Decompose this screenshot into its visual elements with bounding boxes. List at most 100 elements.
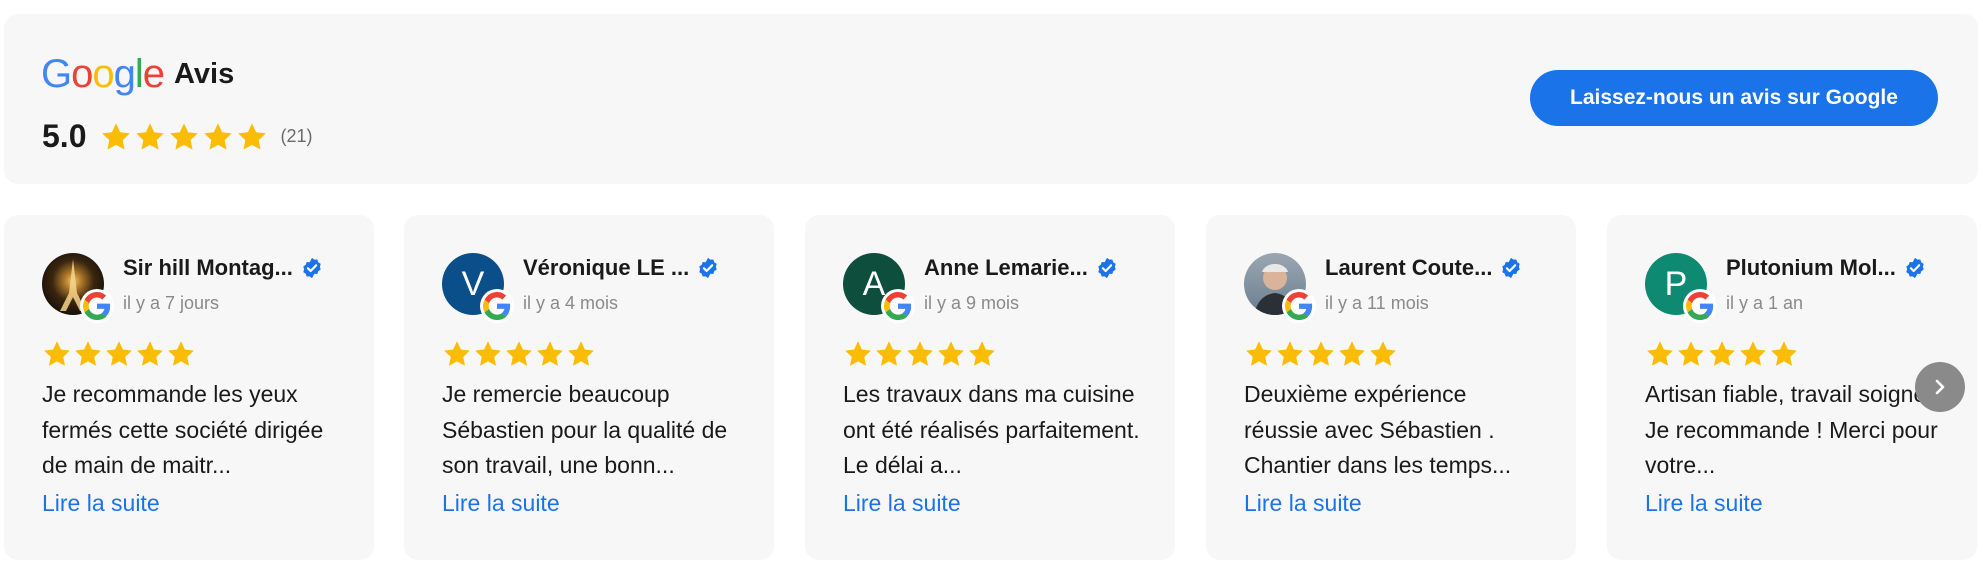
verified-badge [1096,257,1118,279]
overall-rating: 5.0 (21) [42,118,313,155]
read-more-link[interactable]: Lire la suite [42,490,160,517]
star-icon [938,341,964,366]
star-icon [102,122,131,150]
review-card: Sir hill Montag... il y a 7 jours Je recom… [4,215,374,560]
review-card: Laurent Coute... il y a 11 mois Deuxième e… [1206,215,1576,560]
google-badge [1282,289,1316,323]
star-icon [1771,341,1797,366]
star-icon [506,341,532,366]
review-carousel: Sir hill Montag... il y a 7 jours Je recom… [4,215,1979,560]
star-icon [168,341,194,366]
google-badge [480,289,514,323]
verified-badge [1500,257,1522,279]
reviewer-row: Anne Lemarie... [924,255,1118,281]
google-logo: Google [41,52,165,96]
reviewer-name: Plutonium Mol... [1726,255,1896,280]
star-icon [1339,341,1365,366]
review-stars [1244,339,1398,369]
verified-badge [1904,257,1926,279]
google-logo-letter: g [113,52,136,96]
star-icon [1277,341,1303,366]
star-icon [568,341,594,366]
review-date: il y a 7 jours [123,293,220,313]
read-more-link[interactable]: Lire la suite [442,490,560,517]
brand: Google Avis [41,54,234,94]
google-logo-letter: e [142,52,165,96]
google-g-icon [83,292,111,320]
star-icon [1740,341,1766,366]
avatar-wrap [1244,253,1316,323]
next-button[interactable] [1915,362,1965,412]
google-g-icon [1686,292,1714,320]
reviewer-row: Véronique LE ... [523,255,719,281]
star-icon [1647,341,1673,366]
reviewer-name: Véronique LE ... [523,255,690,280]
star-icon [876,341,902,366]
review-text: Les travaux dans ma cuisine ont été réal… [843,381,1140,478]
review-count: (21) [280,126,313,146]
review-stars [1645,339,1799,369]
review-text: Artisan fiable, travail soigné. Je recom… [1645,381,1938,478]
read-more-link[interactable]: Lire la suite [843,490,961,517]
reviewer-name: Anne Lemarie... [924,255,1088,280]
star-icon [106,341,132,366]
star-icon [137,341,163,366]
reviewer-row: Sir hill Montag... [123,255,323,281]
star-icon [1308,341,1334,366]
header-title: Avis [174,57,235,90]
review-date: il y a 9 mois [924,293,1020,313]
google-badge [80,289,114,323]
star-icon [238,122,267,150]
star-icon [204,122,233,150]
read-more-link[interactable]: Lire la suite [1645,490,1763,517]
chevron-right-icon [1935,379,1945,395]
star-icon [1678,341,1704,366]
google-logo-letter: o [71,52,93,96]
reviewer-name: Sir hill Montag... [123,255,293,280]
avatar-wrap: P [1645,253,1717,323]
google-logo-letter: l [134,52,144,96]
review-text: Je remercie beaucoup Sébastien pour la q… [442,381,728,478]
review-date: il y a 4 mois [523,293,619,313]
star-icon [475,341,501,366]
star-icon [44,341,70,366]
review-stars [442,339,596,369]
reviews-header: Google Avis 5.0 (21) Laissez-nous un avi… [4,14,1978,184]
verified-badge-icon [303,257,321,279]
review-date: il y a 11 mois [1325,293,1429,313]
reviewer-name: Laurent Coute... [1325,255,1493,280]
review-date: il y a 1 an [1726,293,1804,313]
verified-badge [697,257,719,279]
avatar-wrap [42,253,114,323]
verified-badge [301,257,323,279]
reviewer-row: Plutonium Mol... [1726,255,1926,281]
verified-badge-icon [699,257,717,279]
star-icon [1370,341,1396,366]
rating-value: 5.0 [42,118,87,154]
google-badge [881,289,915,323]
star-icon [537,341,563,366]
verified-badge-icon [1906,257,1924,279]
review-stars [42,339,196,369]
leave-review-button[interactable]: Laissez-nous un avis sur Google [1530,70,1938,126]
review-text: Je recommande les yeux fermés cette soci… [42,381,324,478]
review-stars [843,339,997,369]
review-card: V Véronique LE ... il y a 4 mois Je remerci… [404,215,774,560]
star-icon [1246,341,1272,366]
verified-badge-icon [1098,257,1116,279]
google-logo-letter: G [41,52,72,96]
star-icon [1709,341,1735,366]
google-g-icon [884,292,912,320]
google-g-icon [1285,292,1313,320]
review-card: A Anne Lemarie... il y a 9 mois Les travaux… [805,215,1175,560]
star-icon [969,341,995,366]
reviewer-row: Laurent Coute... [1325,255,1522,281]
review-text: Deuxième expérience réussie avec Sébasti… [1244,381,1512,478]
star-icon [75,341,101,366]
google-g-icon [483,292,511,320]
google-badge [1683,289,1717,323]
star-icon [136,122,165,150]
star-icon [170,122,199,150]
read-more-link[interactable]: Lire la suite [1244,490,1362,517]
avatar-wrap: V [442,253,514,323]
